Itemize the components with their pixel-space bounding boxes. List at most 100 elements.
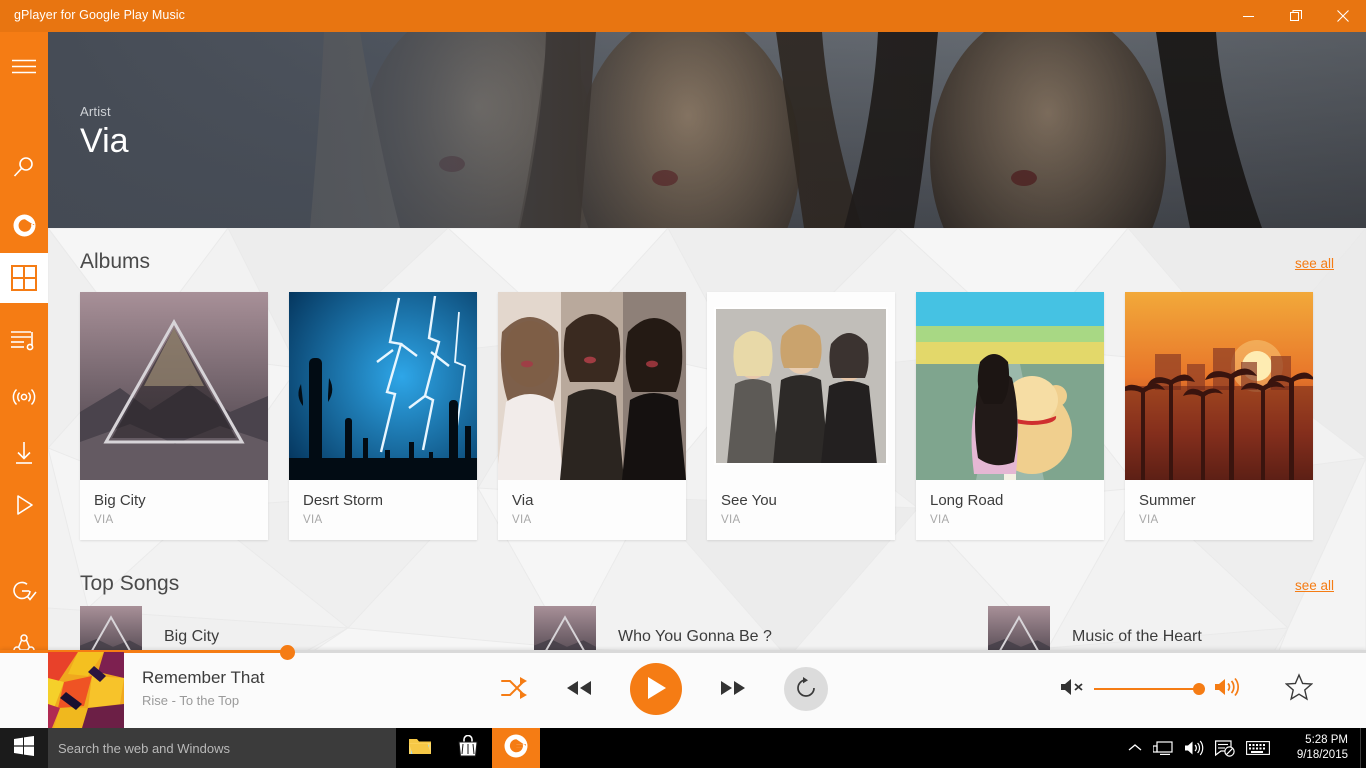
show-desktop-button[interactable] [1360,728,1366,768]
album-card[interactable]: See You VIA [707,292,895,540]
favorite-button[interactable] [1284,650,1314,728]
album-artist: VIA [930,514,950,526]
album-card[interactable]: Big City VIA [80,292,268,540]
taskbar-apps [396,728,540,768]
grid-icon [11,265,37,291]
album-art-desrt-storm [289,292,477,480]
windows-logo-icon [14,735,34,761]
sidebar [0,32,48,728]
start-button[interactable] [0,728,48,768]
album-art-via [498,292,686,480]
file-explorer-icon [408,736,432,761]
albums-grid: Big City VIA Desrt Storm VIA Via VIA See… [80,292,1313,540]
repeat-button[interactable] [784,667,828,711]
album-card[interactable]: Via VIA [498,292,686,540]
hamburger-menu-icon [12,59,36,75]
taskbar-app-file-explorer[interactable] [396,728,444,768]
album-art-long-road [916,292,1104,480]
sidebar-item-search[interactable] [0,142,48,192]
chevron-up-icon[interactable] [1128,743,1142,753]
progress-handle[interactable] [280,645,295,660]
now-playing-artwork [48,652,124,728]
system-tray [1128,728,1270,768]
artist-hero: Artist Via [48,32,1366,228]
hero-text: Artist Via [80,104,129,161]
sidebar-item-menu[interactable] [0,42,48,92]
rewind-icon [566,680,592,698]
title-bar: gPlayer for Google Play Music [0,0,1366,32]
close-button[interactable] [1319,0,1366,32]
album-title: See You [721,492,777,509]
shuffle-icon [500,676,528,702]
hero-gradient-overlay [48,32,1366,228]
keyboard-icon[interactable] [1246,741,1270,755]
transport-controls [500,650,828,728]
player-bar: Remember That Rise - To the Top [0,645,1366,728]
window-title: gPlayer for Google Play Music [14,8,186,22]
store-icon [457,734,479,762]
minimize-button[interactable] [1225,0,1272,32]
songs-section-header: Top Songs see all [80,572,1334,596]
search-placeholder: Search the web and Windows [58,740,230,756]
album-title: Desrt Storm [303,492,384,509]
volume-icon[interactable] [1184,740,1204,756]
taskbar-app-store[interactable] [444,728,492,768]
playlist-icon [11,329,37,351]
album-card[interactable]: Long Road VIA [916,292,1104,540]
search-icon [12,155,36,179]
album-artist: VIA [303,514,323,526]
volume-up-icon[interactable] [1214,677,1242,702]
songs-see-all-link[interactable]: see all [1295,578,1334,593]
hero-label: Artist [80,104,111,119]
taskbar-app-gplayer[interactable] [492,728,540,768]
volume-slider[interactable] [1094,683,1205,695]
shuffle-button[interactable] [500,676,528,702]
album-artist: VIA [94,514,114,526]
window-controls [1225,0,1366,32]
album-meta: Summer VIA [1125,480,1313,540]
play-icon [13,494,35,516]
sidebar-item-radio[interactable] [0,372,48,422]
song-title: Who You Gonna Be ? [618,628,772,645]
album-card[interactable]: Summer VIA [1125,292,1313,540]
sidebar-item-sync[interactable] [0,566,48,616]
windows-taskbar: Search the web and Windows 5:28 PM 9/18/… [0,728,1366,768]
next-button[interactable] [720,680,746,698]
progress-fill [0,650,288,653]
albums-title: Albums [80,250,151,273]
application-window: gPlayer for Google Play Music Artist Via… [0,0,1366,768]
songs-title: Top Songs [80,572,180,595]
sidebar-item-google-play-music[interactable] [0,200,48,250]
sync-check-icon [11,579,37,603]
albums-see-all-link[interactable]: see all [1295,256,1334,271]
play-button[interactable] [630,663,682,715]
album-title: Summer [1139,492,1196,509]
mute-icon[interactable] [1060,677,1084,702]
sidebar-item-library[interactable] [0,253,48,303]
network-icon[interactable] [1153,740,1173,756]
album-title: Via [512,492,534,509]
play-icon [646,676,666,702]
album-title: Big City [94,492,146,509]
album-artist: VIA [512,514,532,526]
taskbar-search-input[interactable]: Search the web and Windows [48,728,396,768]
album-meta: See You VIA [707,480,895,540]
taskbar-clock[interactable]: 5:28 PM 9/18/2015 [1297,728,1348,768]
album-card[interactable]: Desrt Storm VIA [289,292,477,540]
volume-controls [1060,650,1242,728]
albums-section-header: Albums see all [80,250,1334,274]
volume-handle[interactable] [1193,683,1205,695]
previous-button[interactable] [566,680,592,698]
sidebar-item-playlists[interactable] [0,315,48,365]
album-meta: Via VIA [498,480,686,540]
now-playing-info: Remember That Rise - To the Top [142,668,265,708]
clock-time: 5:28 PM [1305,734,1348,746]
sidebar-item-downloads[interactable] [0,428,48,478]
song-title: Music of the Heart [1072,628,1202,645]
fast-forward-icon [720,680,746,698]
main-content: Artist Via Albums see all Big City VIA D… [48,32,1366,728]
sidebar-item-now-playing[interactable] [0,480,48,530]
album-artist: VIA [1139,514,1159,526]
maximize-button[interactable] [1272,0,1319,32]
action-center-icon[interactable] [1215,739,1235,757]
